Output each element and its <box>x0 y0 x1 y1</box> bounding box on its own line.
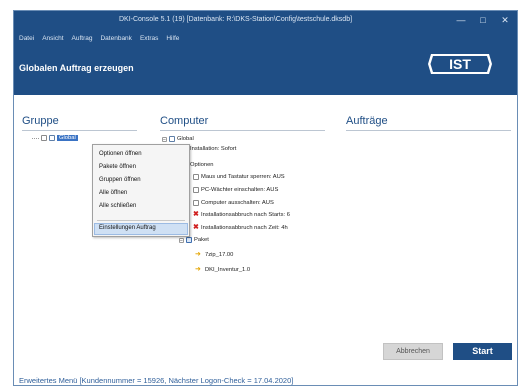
menu-bar: Datei Ansicht Auftrag Datenbank Extras H… <box>19 35 179 42</box>
menu-item-job-settings[interactable]: Einstellungen Auftrag <box>99 225 156 231</box>
menu-item-close-all[interactable]: Alle schließen <box>99 203 136 209</box>
menu-item-options-open[interactable]: Optionen öffnen <box>99 151 142 157</box>
menu-extras[interactable]: Extras <box>140 35 158 42</box>
option-item[interactable]: ✖ Installationsabbruch nach Zeit: 4h <box>193 224 288 231</box>
maximize-button[interactable]: □ <box>476 14 490 26</box>
window-title: DKI-Console 5.1 (19) [Datenbank: R:\DKS-… <box>118 16 353 23</box>
computer-column-heading: Computer <box>160 115 209 127</box>
menu-datei[interactable]: Datei <box>19 35 34 42</box>
option-label: PC-Wächter einschalten: AUS <box>201 187 279 193</box>
close-button[interactable]: ✕ <box>498 14 512 26</box>
menu-item-open-all[interactable]: Alle öffnen <box>99 190 127 196</box>
group-column-heading: Gruppe <box>22 115 59 127</box>
context-menu: Optionen öffnen Pakete öffnen Gruppen öf… <box>92 144 190 237</box>
collapse-icon[interactable]: − <box>179 237 184 243</box>
node-label: Paket <box>194 237 209 243</box>
jobs-divider <box>346 130 511 131</box>
minimize-button[interactable]: — <box>454 14 468 26</box>
menu-datenbank[interactable]: Datenbank <box>100 35 131 42</box>
app-window: DKI-Console 5.1 (19) [Datenbank: R:\DKS-… <box>13 10 518 386</box>
checkbox-icon[interactable] <box>193 174 199 180</box>
option-item[interactable]: PC-Wächter einschalten: AUS <box>193 187 278 193</box>
menu-hilfe[interactable]: Hilfe <box>166 35 179 42</box>
group-icon <box>49 135 55 141</box>
menu-auftrag[interactable]: Auftrag <box>72 35 93 42</box>
tree-connector <box>32 137 39 139</box>
checkbox-icon[interactable] <box>193 187 199 193</box>
header-bar: DKI-Console 5.1 (19) [Datenbank: R:\DKS-… <box>14 11 517 95</box>
option-item[interactable]: Computer ausschalten: AUS <box>193 200 274 206</box>
option-item[interactable]: Maus und Tastatur sperren: AUS <box>193 174 285 180</box>
logo-text: IST <box>449 56 471 72</box>
node-label: Global <box>177 136 194 142</box>
node-label: Optionen <box>190 162 214 168</box>
computer-node-global[interactable]: − Global <box>162 136 194 142</box>
group-node-global[interactable]: Global <box>32 135 78 141</box>
cancel-icon: ✖ <box>193 211 199 218</box>
arrow-right-icon: ➜ <box>195 266 203 273</box>
collapse-icon[interactable]: − <box>162 136 167 142</box>
computer-divider <box>160 130 325 131</box>
package-icon <box>186 237 192 243</box>
menu-separator <box>97 220 185 221</box>
checkbox-icon[interactable] <box>193 200 199 206</box>
cancel-icon: ✖ <box>193 224 199 231</box>
arrow-right-icon: ➜ <box>195 251 203 258</box>
cancel-button[interactable]: Abbrechen <box>383 343 443 360</box>
menu-item-groups-open[interactable]: Gruppen öffnen <box>99 177 141 183</box>
option-label: Installationsabbruch nach Starts: 6 <box>201 212 290 218</box>
page-title: Globalen Auftrag erzeugen <box>19 63 134 73</box>
expand-icon[interactable] <box>41 135 47 141</box>
jobs-column-heading: Aufträge <box>346 115 388 127</box>
group-divider <box>22 130 137 131</box>
group-label: Global <box>57 135 78 141</box>
package-label: 7zip_17.00 <box>205 252 234 258</box>
package-node[interactable]: − Paket <box>179 237 209 243</box>
package-label: DKI_Inventur_1.0 <box>205 267 251 273</box>
package-item[interactable]: ➜ 7zip_17.00 <box>195 251 234 258</box>
ist-logo: IST <box>428 54 492 74</box>
option-label: Maus und Tastatur sperren: AUS <box>201 174 285 180</box>
package-item[interactable]: ➜ DKI_Inventur_1.0 <box>195 266 251 273</box>
node-label: Installation: Sofort <box>190 146 237 152</box>
option-label: Computer ausschalten: AUS <box>201 200 274 206</box>
option-item[interactable]: ✖ Installationsabbruch nach Starts: 6 <box>193 211 290 218</box>
extended-menu-link[interactable]: Erweitertes Menü [Kundennummer = 15926, … <box>19 376 293 385</box>
option-label: Installationsabbruch nach Zeit: 4h <box>201 225 288 231</box>
start-button[interactable]: Start <box>453 343 512 360</box>
options-node[interactable]: Optionen <box>190 162 214 168</box>
installation-node[interactable]: Installation: Sofort <box>190 146 236 152</box>
computer-icon <box>169 136 175 142</box>
menu-ansicht[interactable]: Ansicht <box>42 35 63 42</box>
menu-item-packages-open[interactable]: Pakete öffnen <box>99 164 136 170</box>
